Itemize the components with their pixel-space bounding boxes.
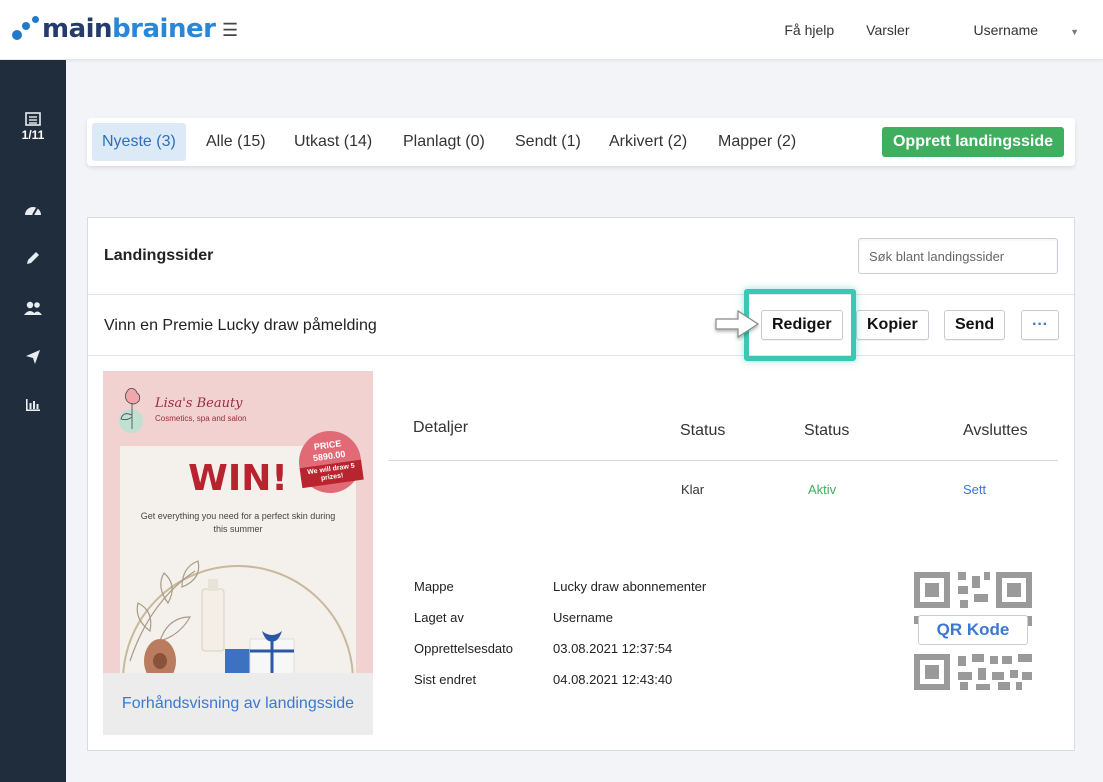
user-menu[interactable]: Username ▼ <box>941 22 1079 38</box>
sidebar-item-list[interactable]: 1/11 <box>0 112 66 142</box>
tab-all[interactable]: Alle (15) <box>196 123 276 161</box>
pointer-arrow-icon <box>715 309 760 339</box>
preview-brand-subtitle: Cosmetics, spa and salon <box>155 414 247 423</box>
top-nav: Få hjelp Varsler Username ▼ <box>752 22 1079 38</box>
tab-archived[interactable]: Arkivert (2) <box>599 123 697 161</box>
landing-page-row: Vinn en Premie Lucky draw påmelding Redi… <box>88 295 1074 356</box>
rose-logo-icon <box>119 388 143 433</box>
username-label: Username <box>973 22 1039 38</box>
logo-dots-icon <box>10 14 42 44</box>
preview-link[interactable]: Forhåndsvisning av landingsside <box>103 673 373 735</box>
caret-down-icon: ▼ <box>1070 27 1079 37</box>
logo-suffix: brainer <box>112 14 216 44</box>
pencil-icon <box>27 252 39 264</box>
tab-folders[interactable]: Mapper (2) <box>708 123 806 161</box>
panel-header: Landingssider <box>88 218 1074 295</box>
landing-page-preview[interactable]: Lisa's Beauty Cosmetics, spa and salon W… <box>103 371 373 735</box>
meta-created-by-label: Laget av <box>414 610 464 625</box>
tab-sent[interactable]: Sendt (1) <box>505 123 591 161</box>
logo-prefix: main <box>42 14 113 44</box>
tab-newest[interactable]: Nyeste (3) <box>92 123 186 161</box>
edit-button[interactable]: Rediger <box>761 310 843 340</box>
meta-folder-label: Mappe <box>414 579 454 594</box>
products-illustration <box>122 560 354 676</box>
dashboard-gauge-icon <box>25 207 41 216</box>
filter-tab-bar: Nyeste (3) Alle (15) Utkast (14) Planlag… <box>87 118 1075 166</box>
tab-scheduled[interactable]: Planlagt (0) <box>393 123 495 161</box>
help-link[interactable]: Få hjelp <box>784 22 834 38</box>
meta-created-by-value: Username <box>553 610 613 625</box>
ends-set-link[interactable]: Sett <box>963 482 986 497</box>
details-header: Detaljer <box>413 419 469 436</box>
search-input[interactable] <box>858 238 1058 274</box>
sidebar-item-reports[interactable] <box>0 398 66 412</box>
create-landing-page-button[interactable]: Opprett landingsside <box>881 127 1064 157</box>
status-value-active: Aktiv <box>808 482 837 497</box>
meta-last-modified-label: Sist endret <box>414 672 477 687</box>
status-header-1: Status <box>680 422 726 439</box>
landing-page-title: Vinn en Premie Lucky draw påmelding <box>104 317 377 334</box>
more-options-button[interactable]: ··· <box>1021 310 1059 340</box>
details-divider <box>388 460 1058 461</box>
sidebar-item-send[interactable] <box>0 349 66 365</box>
ends-header: Avsluttes <box>963 422 1028 439</box>
status-header-2: Status <box>804 422 850 439</box>
meta-created-date-value: 03.08.2021 12:37:54 <box>553 641 673 656</box>
top-bar: mainbrainer ☰ Få hjelp Varsler Username ▼ <box>0 0 1103 60</box>
send-button[interactable]: Send <box>944 310 1006 340</box>
paper-plane-icon <box>26 350 40 364</box>
list-icon <box>25 112 41 126</box>
bar-chart-icon <box>26 399 40 411</box>
meta-last-modified-value: 04.08.2021 12:43:40 <box>553 672 673 687</box>
alerts-link[interactable]: Varsler <box>866 22 909 38</box>
meta-folder-value: Lucky draw abonnementer <box>553 579 707 594</box>
tab-drafts[interactable]: Utkast (14) <box>284 123 382 161</box>
page-counter: 1/11 <box>21 128 45 142</box>
qr-code-button[interactable]: QR Kode <box>918 615 1028 645</box>
users-icon <box>24 301 42 315</box>
copy-button[interactable]: Kopier <box>856 310 929 340</box>
logo-text: mainbrainer <box>42 14 216 44</box>
panel-title: Landingssider <box>104 247 214 264</box>
sidebar: 1/11 <box>0 60 66 782</box>
mainbrainer-logo[interactable]: mainbrainer <box>10 14 216 44</box>
status-value-ready: Klar <box>681 482 705 497</box>
preview-brand-name: Lisa's Beauty <box>155 396 243 411</box>
sidebar-item-dashboard[interactable] <box>0 202 66 218</box>
meta-created-date-label: Opprettelsesdato <box>414 641 514 656</box>
sidebar-item-users[interactable] <box>0 300 66 316</box>
sidebar-item-edit[interactable] <box>0 250 66 266</box>
menu-toggle-icon[interactable]: ☰ <box>222 20 238 41</box>
